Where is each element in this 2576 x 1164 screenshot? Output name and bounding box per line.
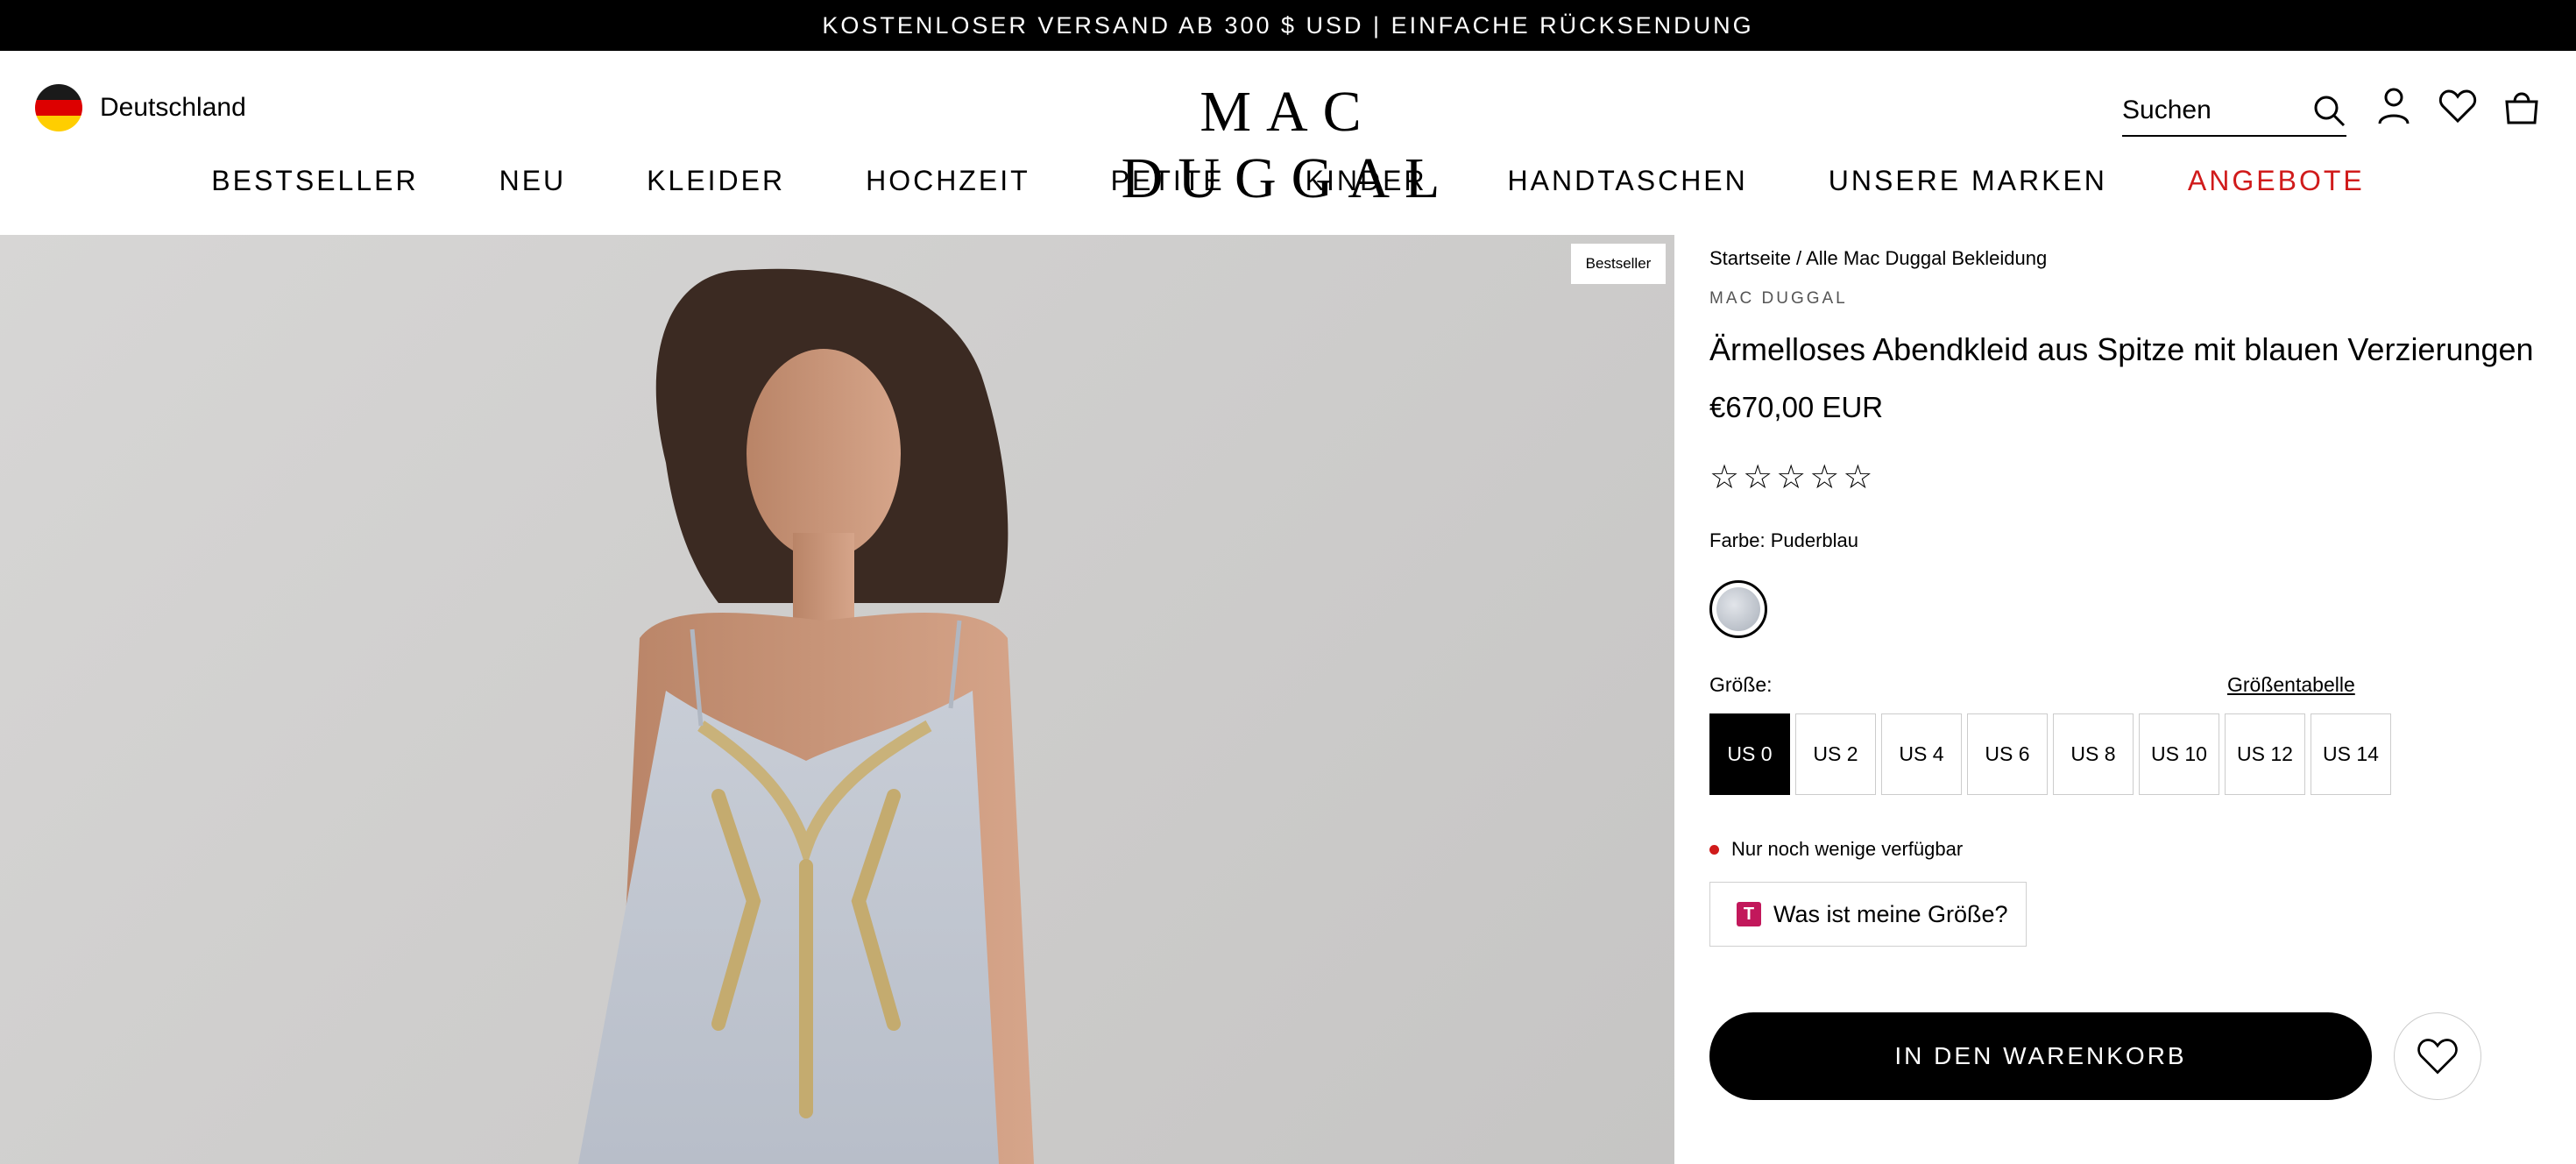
size-option-us-2[interactable]: US 2	[1795, 713, 1876, 795]
search-input[interactable]	[2122, 96, 2289, 125]
germany-flag-icon	[35, 84, 82, 131]
country-selector[interactable]: Deutschland	[35, 84, 246, 131]
account-icon[interactable]	[2372, 84, 2416, 128]
bag-icon[interactable]	[2500, 84, 2544, 128]
size-finder-button[interactable]: T Was ist meine Größe?	[1709, 882, 2027, 947]
size-label: Größe:	[1709, 673, 1773, 696]
size-option-us-10[interactable]: US 10	[2139, 713, 2219, 795]
nav-item-bestseller[interactable]: BESTSELLER	[171, 165, 458, 197]
product-price: €670,00 EUR	[1709, 391, 1884, 423]
nav-item-kleider[interactable]: KLEIDER	[606, 165, 825, 197]
breadcrumb-separator: /	[1790, 247, 1807, 269]
heart-icon[interactable]	[2436, 84, 2480, 128]
announcement-bar: KOSTENLOSER VERSAND AB 300 $ USD | EINFA…	[0, 0, 2576, 51]
rating-stars[interactable]: ☆ ☆ ☆ ☆ ☆	[1709, 461, 1872, 494]
country-label: Deutschland	[100, 93, 246, 122]
main-navigation: BESTSELLER NEU KLEIDER HOCHZEIT PETITE KINDER…	[0, 165, 2576, 197]
size-finder-label: Was ist meine Größe?	[1773, 900, 2008, 927]
nav-item-hochzeit[interactable]: HOCHZEIT	[825, 165, 1071, 197]
breadcrumb-current-link[interactable]: Alle Mac Duggal Bekleidung	[1806, 247, 2047, 269]
size-chart-link[interactable]: Größentabelle	[2227, 673, 2355, 697]
add-to-cart-button[interactable]: IN DEN WARENKORB	[1709, 1012, 2372, 1100]
size-option-us-14[interactable]: US 14	[2311, 713, 2391, 795]
nav-item-kinder[interactable]: KINDER	[1265, 165, 1468, 197]
nav-item-angebote[interactable]: ANGEBOTE	[2148, 165, 2405, 197]
heart-icon	[2417, 1039, 2458, 1075]
star-icon: ☆	[1743, 459, 1773, 496]
star-icon: ☆	[1809, 459, 1840, 496]
breadcrumb-home-link[interactable]: Startseite	[1709, 247, 1791, 269]
breadcrumb: Startseite / Alle Mac Duggal Bekleidung	[1709, 247, 2047, 270]
size-option-us-4[interactable]: US 4	[1881, 713, 1962, 795]
nav-item-unsere-marken[interactable]: UNSERE MARKEN	[1788, 165, 2148, 197]
truefit-logo-icon: T	[1737, 902, 1761, 926]
color-label: Farbe: Puderblau	[1709, 529, 1858, 551]
size-option-us-8[interactable]: US 8	[2053, 713, 2134, 795]
announcement-text: KOSTENLOSER VERSAND AB 300 $ USD | EINFA…	[822, 11, 1754, 39]
product-image[interactable]: Bestseller	[0, 235, 1674, 1164]
size-option-us-6[interactable]: US 6	[1967, 713, 2048, 795]
color-swatch-puderblau[interactable]	[1709, 580, 1767, 638]
wishlist-button[interactable]	[2394, 1012, 2481, 1100]
site-header: Deutschland MAC DUGGAL BESTSELLERNEUKLEI…	[0, 51, 2576, 235]
bestseller-badge: Bestseller	[1571, 244, 1666, 284]
star-icon: ☆	[1843, 459, 1873, 496]
search-icon[interactable]	[2311, 93, 2346, 128]
size-selector: US 0 US 2 US 4 US 6 US 8 US 10 US 12 US 14	[1709, 713, 2391, 795]
product-photo-illustration	[578, 268, 1034, 1164]
nav-item-neu[interactable]: NEU	[459, 165, 607, 197]
search-box	[2122, 86, 2346, 137]
stock-dot-icon	[1709, 844, 1719, 855]
star-icon: ☆	[1709, 459, 1740, 496]
nav-item-petite[interactable]: PETITE	[1071, 165, 1265, 197]
product-title: Ärmelloses Abendkleid aus Spitze mit bla…	[1709, 331, 2534, 367]
stock-text: Nur noch wenige verfügbar	[1731, 838, 1964, 860]
size-option-us-0[interactable]: US 0	[1709, 713, 1790, 795]
product-brand: MAC DUGGAL	[1709, 289, 1848, 308]
nav-item-handtaschen[interactable]: HANDTASCHEN	[1468, 165, 1788, 197]
size-option-us-12[interactable]: US 12	[2225, 713, 2305, 795]
star-icon: ☆	[1776, 459, 1807, 496]
stock-status: Nur noch wenige verfügbar	[1709, 838, 1963, 861]
